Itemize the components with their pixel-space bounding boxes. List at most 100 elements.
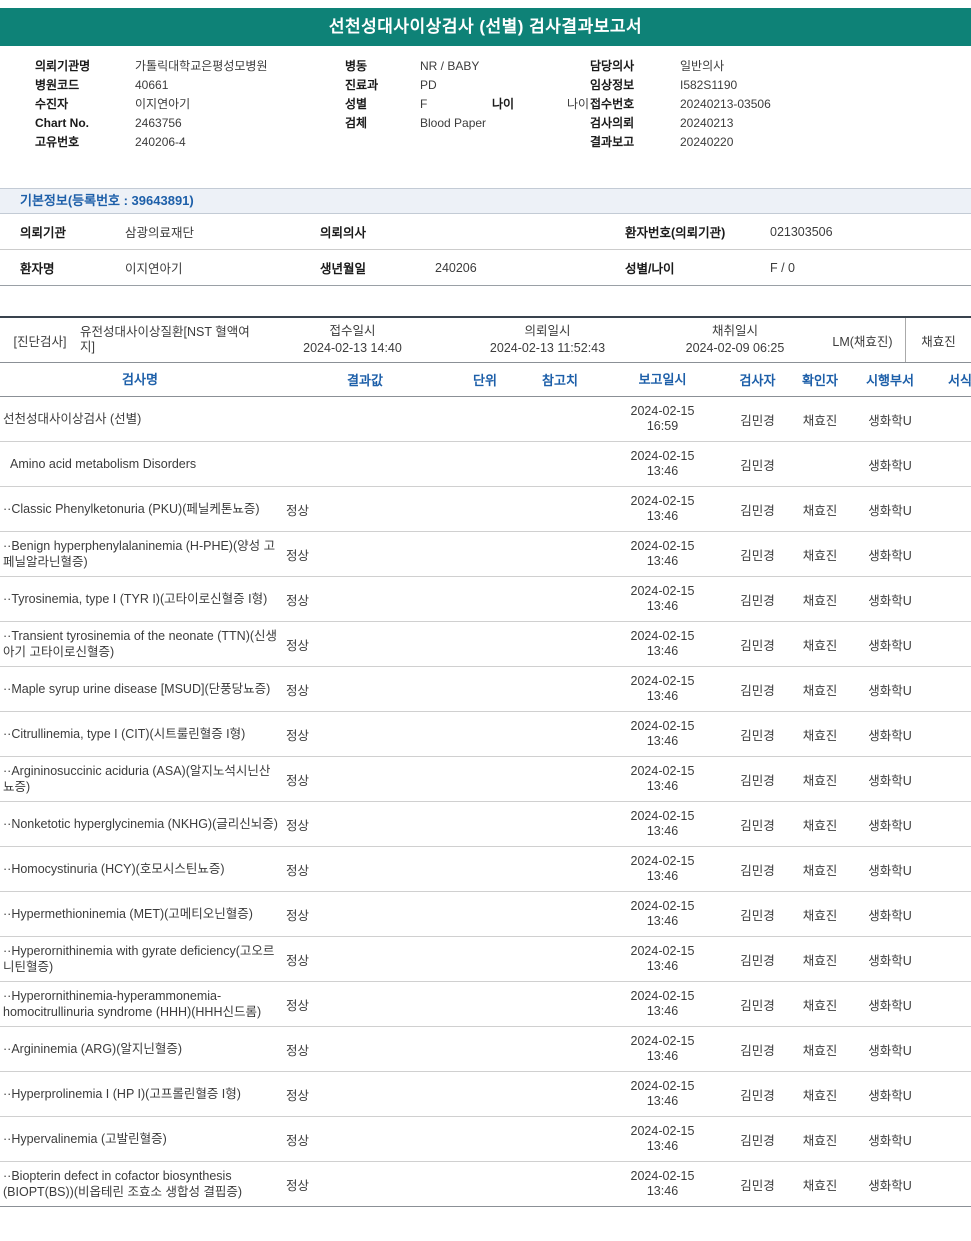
reported-at: 2024-02-15 13:46 (600, 1079, 725, 1109)
department-name: 생화학U (868, 458, 912, 473)
tester-name: 김민경 (740, 548, 775, 563)
tester-name: 김민경 (740, 1178, 775, 1193)
result-row: 선천성대사이상검사 (선별) 2024-02-15 16:59 김민경 채효진 … (0, 397, 971, 442)
test-name: ··Transient tyrosinemia of the neonate (… (3, 629, 278, 659)
field-value: 이지연아기 (135, 97, 191, 111)
field-label: 담당의사 (590, 59, 635, 73)
result-row: ··Biopterin defect in cofactor biosynthe… (0, 1162, 971, 1207)
reported-at: 2024-02-15 13:46 (600, 584, 725, 614)
result-value: 정상 (286, 503, 310, 518)
field-value: PD (420, 77, 437, 92)
result-row: ··Citrullinemia, type I (CIT)(시트룰린혈증 I형)… (0, 712, 971, 757)
header-col-middle: 병동 NR / BABY 진료과 PD 성별 F 나이 나이 검체 Blood … (345, 56, 589, 132)
header-field: 담당의사 일반의사 (590, 56, 771, 75)
department-name: 생화학U (868, 503, 912, 518)
tester-name: 김민경 (740, 818, 775, 833)
tester-name: 김민경 (740, 413, 775, 428)
order-test-group: 유전성대사이상질환[NST 혈액여지] (80, 325, 250, 354)
order-collect: 채취일시 2024-02-09 06:25 (650, 323, 820, 357)
results-column-header: 시행부서 (866, 373, 914, 388)
header-field: 검체 Blood Paper (345, 113, 589, 132)
result-row: ··Hyperornithinemia with gyrate deficien… (0, 937, 971, 982)
result-row: ··Classic Phenylketonuria (PKU)(페닐케톤뇨증) … (0, 487, 971, 532)
tester-name: 김민경 (740, 683, 775, 698)
department-name: 생화학U (868, 1133, 912, 1148)
tester-name: 김민경 (740, 728, 775, 743)
result-value: 정상 (286, 818, 310, 833)
department-name: 생화학U (868, 413, 912, 428)
field-value: NR / BABY (420, 58, 480, 73)
field-label: 병동 (345, 59, 368, 73)
reported-at: 2024-02-15 13:46 (600, 1124, 725, 1154)
result-value: 정상 (286, 863, 310, 878)
field-value: 일반의사 (680, 59, 725, 73)
field-label: 결과보고 (590, 135, 635, 149)
field-value: 삼광의료재단 (125, 226, 195, 240)
confirmer-name: 채효진 (802, 503, 838, 518)
field-value: 20240220 (680, 134, 734, 149)
field-label: 성별/나이 (625, 262, 675, 276)
field-value: Blood Paper (420, 115, 487, 130)
result-row: ··Transient tyrosinemia of the neonate (… (0, 622, 971, 667)
result-value: 정상 (286, 683, 310, 698)
field-label: 의뢰기관명 (35, 59, 91, 73)
result-row: Amino acid metabolism Disorders 2024-02-… (0, 442, 971, 487)
test-name: ··Maple syrup urine disease [MSUD](단풍당뇨증… (3, 682, 271, 696)
department-name: 생화학U (868, 998, 912, 1013)
tester-name: 김민경 (740, 998, 775, 1013)
results-column-header: 확인자 (802, 373, 838, 388)
order-request: 의뢰일시 2024-02-13 11:52:43 (445, 323, 650, 357)
confirmer-name: 채효진 (802, 818, 838, 833)
field-value: I582S1190 (680, 77, 738, 92)
order-receipt-value: 2024-02-13 14:40 (303, 341, 402, 355)
confirmer-name: 채효진 (802, 1133, 838, 1148)
result-value: 정상 (286, 953, 310, 968)
order-request-label: 의뢰일시 (524, 324, 571, 338)
field-label: 환자번호(의뢰기관) (625, 226, 726, 240)
reported-at-text: 2024-02-15 13:46 (630, 584, 695, 613)
reported-at-text: 2024-02-15 13:46 (630, 1079, 695, 1108)
reported-at: 2024-02-15 13:46 (600, 989, 725, 1019)
confirmer-name: 채효진 (802, 413, 838, 428)
reported-at-text: 2024-02-15 13:46 (630, 944, 695, 973)
field-label: 환자명 (20, 262, 55, 276)
test-name: ··Hypermethioninemia (MET)(고메티오닌혈증) (3, 907, 253, 921)
field-value: 2463756 (135, 115, 182, 130)
test-name: ··Tyrosinemia, type I (TYR I)(고타이로신혈증 I형… (3, 592, 268, 606)
department-name: 생화학U (868, 1088, 912, 1103)
result-row: ··Argininosuccinic aciduria (ASA)(알지노석시닌… (0, 757, 971, 802)
results-column-header: 참고치 (542, 373, 578, 388)
department-name: 생화학U (868, 773, 912, 788)
header-field: 고유번호 240206-4 (35, 132, 267, 151)
basic-info-cell: 환자번호(의뢰기관) 021303506 (625, 222, 833, 241)
results-column-header: 서식 (948, 373, 971, 388)
test-name: ··Homocystinuria (HCY)(호모시스틴뇨증) (3, 862, 225, 876)
header-field: 의뢰기관명 가톨릭대학교은평성모병원 (35, 56, 267, 75)
result-value: 정상 (286, 773, 310, 788)
tester-name: 김민경 (740, 458, 775, 473)
confirmer-name: 채효진 (802, 773, 838, 788)
order-collect-label: 채취일시 (711, 324, 758, 338)
header-field: 진료과 PD (345, 75, 589, 94)
reported-at-text: 2024-02-15 13:46 (630, 1169, 695, 1198)
reported-at: 2024-02-15 13:46 (600, 1169, 725, 1199)
basic-info-cell: 환자명 이지연아기 (20, 258, 320, 277)
header-field: 접수번호 20240213-03506 (590, 94, 771, 113)
test-name: Amino acid metabolism Disorders (10, 457, 197, 471)
result-row: ··Argininemia (ARG)(알지닌혈증) 정상 2024-02-15… (0, 1027, 971, 1072)
header-field: 수진자 이지연아기 (35, 94, 267, 113)
order-request-value: 2024-02-13 11:52:43 (489, 341, 606, 355)
result-row: ··Benign hyperphenylalaninemia (H-PHE)(양… (0, 532, 971, 577)
basic-info-cell: 의뢰의사 (320, 222, 625, 241)
order-receipt-label: 접수일시 (329, 324, 376, 338)
result-row: ··Maple syrup urine disease [MSUD](단풍당뇨증… (0, 667, 971, 712)
field-extra-label: 나이 (492, 97, 515, 111)
department-name: 생화학U (868, 953, 912, 968)
department-name: 생화학U (868, 638, 912, 653)
order-collector: LM(채효진) (832, 334, 893, 349)
test-name: 선천성대사이상검사 (선별) (3, 412, 142, 426)
header-col-right: 담당의사 일반의사 임상정보 I582S1190 접수번호 20240213-0… (590, 56, 771, 151)
header-field: Chart No. 2463756 (35, 113, 267, 132)
reported-at-text: 2024-02-15 13:46 (630, 1034, 695, 1063)
basic-info-header: 기본정보(등록번호 : 39643891) (0, 188, 971, 214)
